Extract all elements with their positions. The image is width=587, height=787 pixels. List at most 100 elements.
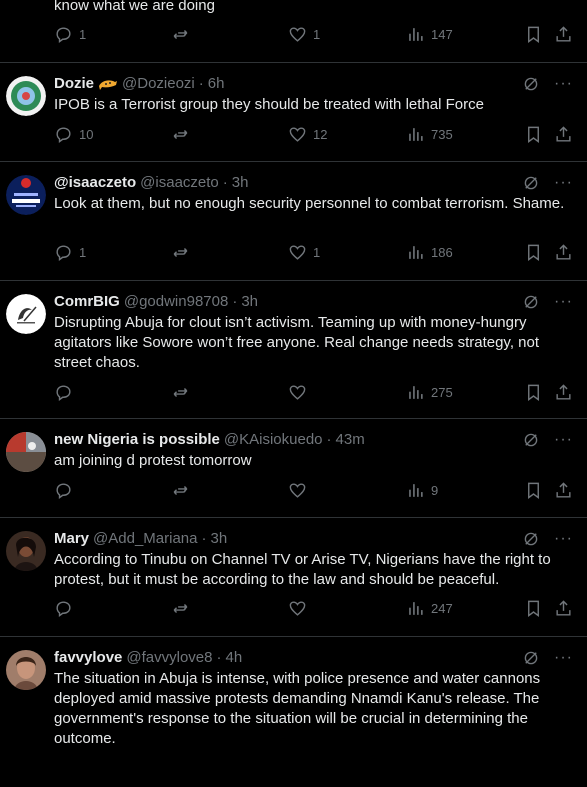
timeline-feed: know what we are doing 1 1 147 Dozie @Dozi…	[0, 0, 587, 787]
share-button[interactable]	[554, 481, 573, 500]
avatar[interactable]	[6, 650, 46, 690]
timestamp[interactable]: 43m	[336, 430, 365, 450]
grok-icon[interactable]	[522, 293, 540, 311]
repost-button[interactable]	[171, 383, 190, 402]
timestamp[interactable]: 4h	[226, 648, 243, 668]
share-button[interactable]	[554, 383, 573, 402]
like-button[interactable]: 1	[288, 243, 320, 262]
handle[interactable]: @KAisiokuedo	[224, 430, 323, 450]
reply-icon	[54, 599, 73, 618]
separator-dot: ·	[216, 649, 222, 666]
like-button[interactable]	[288, 599, 307, 618]
reply-button[interactable]: 10	[54, 125, 93, 144]
tweet[interactable]: new Nigeria is possible @KAisiokuedo · 4…	[0, 419, 587, 518]
more-icon[interactable]: ···	[554, 650, 573, 666]
bookmark-icon	[524, 25, 543, 44]
repost-button[interactable]	[171, 481, 190, 500]
display-name[interactable]: favvylove	[54, 648, 122, 668]
handle[interactable]: @Dozieozi	[122, 74, 195, 94]
handle[interactable]: @isaaczeto	[140, 173, 219, 193]
avatar[interactable]	[6, 175, 46, 215]
display-name[interactable]: @isaaczeto	[54, 173, 136, 193]
views-count: 247	[431, 600, 453, 616]
reply-button[interactable]	[54, 383, 73, 402]
repost-button[interactable]	[171, 125, 190, 144]
more-icon[interactable]: ···	[554, 76, 573, 92]
grok-icon[interactable]	[522, 649, 540, 667]
like-count: 12	[313, 126, 328, 142]
repost-button[interactable]	[171, 243, 190, 262]
repost-button[interactable]	[171, 599, 190, 618]
handle[interactable]: @Add_Mariana	[93, 529, 197, 549]
bookmark-button[interactable]	[524, 383, 543, 402]
share-button[interactable]	[554, 125, 573, 144]
reply-button[interactable]: 1	[54, 25, 86, 44]
like-count: 1	[313, 244, 321, 260]
reply-button[interactable]	[54, 481, 73, 500]
bookmark-button[interactable]	[524, 481, 543, 500]
repost-icon	[171, 599, 190, 618]
views-button[interactable]: 186	[406, 243, 453, 262]
tweet-text: According to Tinubu on Channel TV or Ari…	[54, 551, 551, 588]
grok-icon[interactable]	[522, 530, 540, 548]
views-count: 735	[431, 126, 453, 142]
like-button[interactable]: 1	[288, 25, 320, 44]
tweet[interactable]: ComrBIG @godwin98708 · 3h Disrupting Abu…	[0, 281, 587, 419]
display-name[interactable]: Dozie	[54, 74, 94, 94]
share-button[interactable]	[554, 599, 573, 618]
timestamp[interactable]: 3h	[210, 529, 227, 549]
bookmark-button[interactable]	[524, 599, 543, 618]
more-icon[interactable]: ···	[554, 531, 573, 547]
tweet[interactable]: know what we are doing 1 1 147	[0, 0, 587, 63]
like-icon	[288, 481, 307, 500]
repost-icon	[171, 125, 190, 144]
handle[interactable]: @godwin98708	[124, 292, 228, 312]
tweet-actions: 9	[54, 480, 574, 500]
bookmark-button[interactable]	[524, 25, 543, 44]
timestamp[interactable]: 6h	[208, 74, 225, 94]
repost-button[interactable]	[171, 25, 190, 44]
tweet[interactable]: Dozie @Dozieozi · 6h IPOB is a Terrorist…	[0, 63, 587, 162]
timestamp[interactable]: 3h	[241, 292, 258, 312]
reply-icon	[54, 243, 73, 262]
handle[interactable]: @favvylove8	[126, 648, 212, 668]
like-button[interactable]	[288, 481, 307, 500]
display-name[interactable]: Mary	[54, 529, 89, 549]
display-name[interactable]: new Nigeria is possible	[54, 430, 220, 450]
avatar[interactable]	[6, 76, 46, 116]
like-button[interactable]: 12	[288, 125, 327, 144]
bookmark-icon	[524, 125, 543, 144]
tweet-actions: 10 12 735	[54, 124, 574, 144]
views-button[interactable]: 275	[406, 383, 453, 402]
views-button[interactable]: 735	[406, 125, 453, 144]
more-icon[interactable]: ···	[554, 294, 573, 310]
more-icon[interactable]: ···	[554, 432, 573, 448]
bookmark-button[interactable]	[524, 125, 543, 144]
avatar[interactable]	[6, 294, 46, 334]
tweet[interactable]: Mary @Add_Mariana · 3h According to Tinu…	[0, 518, 587, 637]
reply-button[interactable]	[54, 599, 73, 618]
reply-icon	[54, 125, 73, 144]
bookmark-icon	[524, 243, 543, 262]
more-icon[interactable]: ···	[554, 175, 573, 191]
tweet[interactable]: favvylove @favvylove8 · 4h The situation…	[0, 637, 587, 787]
views-button[interactable]: 9	[406, 481, 438, 500]
tweet[interactable]: @isaaczeto @isaaczeto · 3h Look at them,…	[0, 162, 587, 281]
views-icon	[406, 25, 425, 44]
avatar[interactable]	[6, 432, 46, 472]
grok-icon[interactable]	[522, 431, 540, 449]
views-button[interactable]: 147	[406, 25, 453, 44]
repost-icon	[171, 243, 190, 262]
share-button[interactable]	[554, 243, 573, 262]
reply-button[interactable]: 1	[54, 243, 86, 262]
display-name[interactable]: ComrBIG	[54, 292, 120, 312]
grok-icon[interactable]	[522, 75, 540, 93]
share-icon	[554, 599, 573, 618]
share-button[interactable]	[554, 25, 573, 44]
avatar[interactable]	[6, 531, 46, 571]
views-button[interactable]: 247	[406, 599, 453, 618]
grok-icon[interactable]	[522, 174, 540, 192]
timestamp[interactable]: 3h	[232, 173, 249, 193]
bookmark-button[interactable]	[524, 243, 543, 262]
like-button[interactable]	[288, 383, 307, 402]
